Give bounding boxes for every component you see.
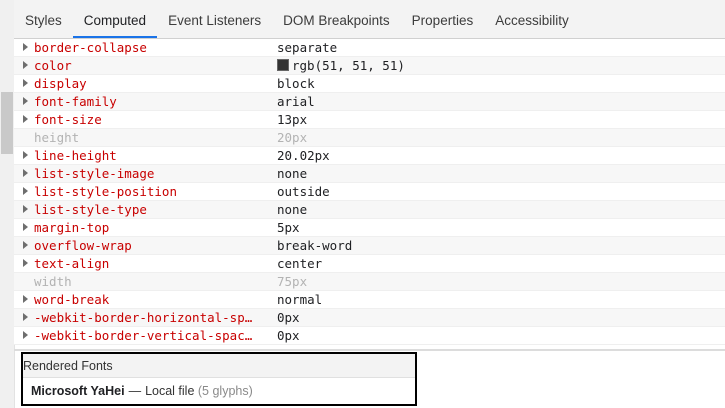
property-value: rgb(51, 51, 51) (292, 58, 405, 73)
expand-arrow-icon[interactable] (23, 151, 28, 159)
property-value: none (277, 166, 308, 181)
property-row[interactable]: display block (14, 75, 725, 93)
expand-arrow-icon[interactable] (23, 223, 28, 231)
property-value: block (277, 76, 315, 91)
glyph-count: (5 glyphs) (197, 384, 253, 398)
property-value: normal (277, 292, 323, 307)
tab-dom-breakpoints[interactable]: DOM Breakpoints (272, 0, 401, 38)
expand-arrow-icon[interactable] (23, 241, 28, 249)
property-name: overflow-wrap (34, 238, 132, 253)
property-row[interactable]: word-break normal (14, 291, 725, 309)
property-row[interactable]: margin-top 5px (14, 219, 725, 237)
property-name: display (34, 76, 87, 91)
computed-properties-list: border-collapse separate color rgb(51, 5… (14, 39, 725, 347)
font-dash: — (128, 384, 142, 398)
expand-arrow-icon[interactable] (23, 97, 28, 105)
font-name: Microsoft YaHei (31, 384, 125, 398)
expand-arrow-icon[interactable] (23, 187, 28, 195)
property-value: outside (277, 184, 330, 199)
property-row[interactable]: font-size 13px (14, 111, 725, 129)
property-name: font-size (34, 112, 102, 127)
property-row[interactable]: -webkit-border-vertical-spac… 0px (14, 327, 725, 345)
property-value: 20.02px (277, 148, 330, 163)
property-value: 75px (277, 274, 308, 289)
rendered-fonts-header: Rendered Fonts (23, 354, 415, 378)
tab-bar: Styles Computed Event Listeners DOM Brea… (14, 0, 725, 39)
devtools-computed-pane: Styles Computed Event Listeners DOM Brea… (0, 0, 725, 408)
property-name: word-break (34, 292, 110, 307)
tab-accessibility[interactable]: Accessibility (484, 0, 580, 38)
property-name: -webkit-border-vertical-spac… (34, 328, 253, 343)
property-row[interactable]: -webkit-border-horizontal-sp… 0px (14, 309, 725, 327)
property-row[interactable]: text-align center (14, 255, 725, 273)
tab-styles[interactable]: Styles (14, 0, 73, 38)
property-name: border-collapse (34, 40, 147, 55)
property-name: list-style-type (34, 202, 147, 217)
expand-arrow-icon[interactable] (23, 169, 28, 177)
outer-scrollbar-thumb[interactable] (1, 92, 13, 154)
property-value: 5px (277, 220, 300, 235)
property-row[interactable]: color rgb(51, 51, 51) (14, 57, 725, 75)
property-row[interactable]: list-style-image none (14, 165, 725, 183)
expand-arrow-icon[interactable] (23, 205, 28, 213)
property-row[interactable]: overflow-wrap break-word (14, 237, 725, 255)
expand-arrow-icon[interactable] (23, 313, 28, 321)
font-source: Local file (145, 384, 195, 398)
expand-arrow-icon[interactable] (23, 43, 28, 51)
expand-arrow-icon[interactable] (23, 79, 28, 87)
color-swatch-icon[interactable] (277, 59, 289, 71)
property-value: center (277, 256, 323, 271)
rendered-fonts-panel: Rendered Fonts Microsoft YaHei — Local fil… (21, 352, 417, 406)
tab-properties[interactable]: Properties (401, 0, 485, 38)
property-value: 0px (277, 328, 300, 343)
expand-arrow-icon[interactable] (23, 259, 28, 267)
property-value: 20px (277, 130, 308, 145)
property-value: arial (277, 94, 315, 109)
rendered-font-entry: Microsoft YaHei — Local file (5 glyphs) (23, 378, 415, 404)
expand-arrow-icon[interactable] (23, 331, 28, 339)
expand-arrow-icon[interactable] (23, 115, 28, 123)
property-row[interactable]: font-family arial (14, 93, 725, 111)
property-value: separate (277, 40, 338, 55)
property-row[interactable]: list-style-position outside (14, 183, 725, 201)
property-name: width (34, 274, 72, 289)
outer-scrollbar[interactable] (0, 0, 15, 408)
property-row[interactable]: width 75px (14, 273, 725, 291)
property-value: break-word (277, 238, 353, 253)
property-row[interactable]: line-height 20.02px (14, 147, 725, 165)
property-name: color (34, 58, 72, 73)
property-name: font-family (34, 94, 117, 109)
tab-computed[interactable]: Computed (72, 0, 158, 38)
property-name: margin-top (34, 220, 110, 235)
property-name: text-align (34, 256, 110, 271)
property-row[interactable]: list-style-type none (14, 201, 725, 219)
expand-arrow-icon[interactable] (23, 61, 28, 69)
pane-splitter[interactable] (14, 349, 725, 351)
property-value: 13px (277, 112, 308, 127)
property-name: height (34, 130, 80, 145)
property-value: none (277, 202, 308, 217)
property-name: list-style-position (34, 184, 177, 199)
property-row[interactable]: height 20px (14, 129, 725, 147)
property-value: 0px (277, 310, 300, 325)
property-name: -webkit-border-horizontal-sp… (34, 310, 253, 325)
property-name: line-height (34, 148, 117, 163)
expand-arrow-icon[interactable] (23, 295, 28, 303)
tab-event-listeners[interactable]: Event Listeners (157, 0, 272, 38)
property-name: list-style-image (34, 166, 155, 181)
property-value-with-swatch: rgb(51, 51, 51) (277, 57, 405, 74)
property-row[interactable]: border-collapse separate (14, 39, 725, 57)
